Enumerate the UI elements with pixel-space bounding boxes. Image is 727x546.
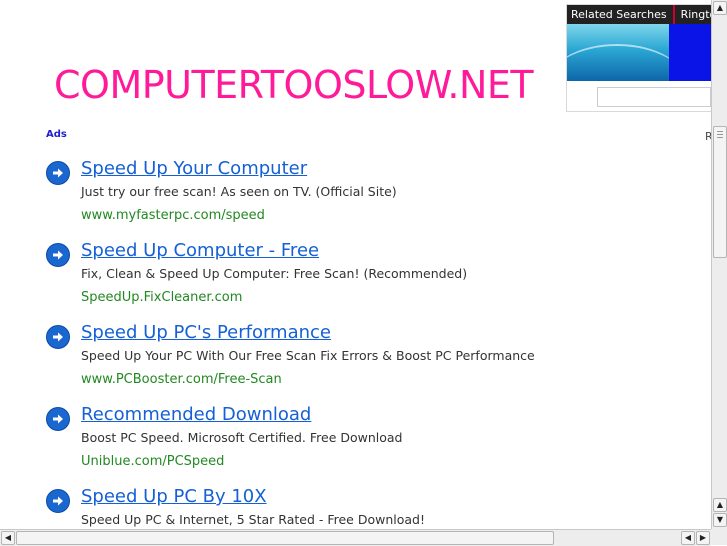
scroll-right-button[interactable]: ▶ (696, 531, 710, 545)
tab-separator (672, 5, 675, 24)
related-searches-widget: Related Searches Ringtone (566, 4, 714, 112)
ad-url-link[interactable]: www.myfasterpc.com/speed (81, 208, 265, 223)
tab-related-searches[interactable]: Related Searches (567, 8, 671, 21)
ad-description: Boost PC Speed. Microsoft Certified. Fre… (81, 430, 403, 445)
scroll-down-button[interactable]: ▼ (713, 513, 727, 527)
scroll-left-button-right[interactable]: ◀ (681, 531, 695, 545)
widget-tab-bar: Related Searches Ringtone (567, 5, 713, 24)
ads-label: Ads (46, 129, 67, 140)
ad-url-link[interactable]: Uniblue.com/PCSpeed (81, 454, 224, 469)
thumb-grip (717, 134, 723, 135)
vertical-scrollbar[interactable]: ▲ ▲ ▼ (711, 0, 727, 529)
ad-description: Speed Up PC & Internet, 5 Star Rated - F… (81, 512, 425, 527)
tab-ringtone[interactable]: Ringtone (677, 8, 713, 21)
ad-description: Fix, Clean & Speed Up Computer: Free Sca… (81, 266, 468, 281)
scroll-up-button[interactable]: ▲ (713, 1, 727, 15)
promo-blue-panel (669, 24, 713, 81)
scroll-up-button-lower[interactable]: ▲ (713, 498, 727, 512)
arrow-right-circle-icon[interactable] (46, 489, 70, 513)
thumb-grip (717, 137, 723, 138)
scroll-left-button[interactable]: ◀ (1, 531, 15, 545)
site-title: COMPUTERTOOSLOW.NET (54, 63, 534, 107)
arrow-right-circle-icon[interactable] (46, 407, 70, 431)
thumb-grip (717, 131, 723, 132)
ad-description: Just try our free scan! As seen on TV. (… (81, 184, 397, 199)
search-input[interactable] (597, 87, 711, 107)
horizontal-scrollbar[interactable]: ◀ ◀ ▶ (0, 529, 711, 546)
ad-title-link[interactable]: Recommended Download (81, 404, 311, 425)
arrow-right-circle-icon[interactable] (46, 325, 70, 349)
ad-url-link[interactable]: SpeedUp.FixCleaner.com (81, 290, 242, 305)
ad-title-link[interactable]: Speed Up Your Computer (81, 158, 307, 179)
scrollbar-corner (711, 529, 727, 545)
ad-description: Speed Up Your PC With Our Free Scan Fix … (81, 348, 535, 363)
ad-title-link[interactable]: Speed Up Computer - Free (81, 240, 319, 261)
vertical-scroll-thumb[interactable] (713, 126, 727, 258)
ad-title-link[interactable]: Speed Up PC By 10X (81, 486, 267, 507)
horizontal-scroll-thumb[interactable] (16, 531, 554, 545)
ad-title-link[interactable]: Speed Up PC's Performance (81, 322, 331, 343)
arrow-right-circle-icon[interactable] (46, 161, 70, 185)
promo-image[interactable] (567, 24, 669, 81)
ad-url-link[interactable]: www.PCBooster.com/Free-Scan (81, 372, 282, 387)
arrow-right-circle-icon[interactable] (46, 243, 70, 267)
